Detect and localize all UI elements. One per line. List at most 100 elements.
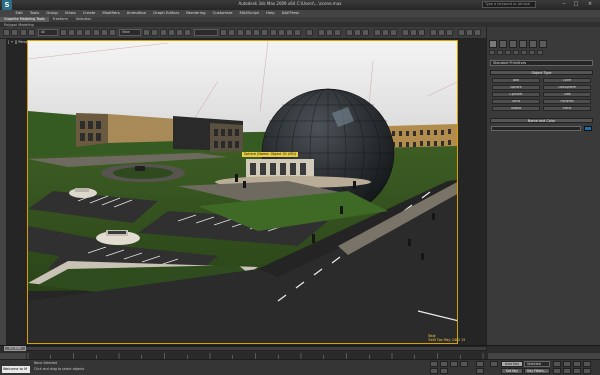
cylinder-button[interactable]: Cylinder [492, 92, 540, 97]
menu-daeprest[interactable]: DAEPrest [278, 9, 302, 17]
coord-y-field[interactable] [450, 361, 458, 367]
cameras-icon[interactable] [513, 50, 519, 55]
extra-tool-icon-4[interactable] [346, 29, 353, 36]
extra-tool-icon-16[interactable] [458, 29, 465, 36]
angle-snap-icon[interactable] [168, 29, 175, 36]
coord-z-field[interactable] [460, 361, 468, 367]
menu-views[interactable]: Views [61, 9, 79, 17]
time-slider-thumb[interactable]: 0 / 100 [4, 346, 26, 351]
named-selection-dropdown[interactable] [194, 29, 218, 36]
maximize-button[interactable]: □ [572, 1, 580, 8]
auto-key-button[interactable]: Auto Key [501, 361, 523, 367]
menu-animation[interactable]: Animation [123, 9, 149, 17]
object-color-swatch[interactable] [584, 126, 592, 131]
spinner-snap-icon[interactable] [184, 29, 191, 36]
render-setup-icon[interactable] [278, 29, 285, 36]
extra-tool-icon-7[interactable] [374, 29, 381, 36]
key-mode-icon[interactable] [476, 361, 484, 367]
torus-button[interactable]: Torus [492, 99, 540, 104]
sphere-button[interactable]: Sphere [492, 85, 540, 90]
helpers-icon[interactable] [521, 50, 527, 55]
extra-tool-icon-3[interactable] [334, 29, 341, 36]
curve-editor-icon[interactable] [253, 29, 260, 36]
menu-customize[interactable]: Customize [209, 9, 236, 17]
object-name-field[interactable] [491, 126, 581, 131]
snap-toggle-icon[interactable] [160, 29, 167, 36]
teapot-render-icon[interactable] [306, 29, 313, 36]
extra-tool-icon-2[interactable] [326, 29, 333, 36]
zoom-icon[interactable] [553, 368, 561, 374]
plane-button[interactable]: Plane [543, 106, 591, 111]
extra-tool-icon-11[interactable] [410, 29, 417, 36]
modify-tab-icon[interactable] [499, 40, 507, 48]
time-slider[interactable] [3, 346, 487, 351]
name-and-color-rollout[interactable]: Name and Color [490, 118, 593, 123]
box-button[interactable]: Box [492, 78, 540, 83]
utilities-tab-icon[interactable] [539, 40, 547, 48]
extra-tool-icon-13[interactable] [430, 29, 437, 36]
tube-button[interactable]: Tube [543, 92, 591, 97]
previous-frame-icon[interactable] [563, 361, 571, 367]
schematic-view-icon[interactable] [261, 29, 268, 36]
graphite-toggle-icon[interactable] [245, 29, 252, 36]
pan-view-icon[interactable] [573, 368, 581, 374]
app-logo-icon[interactable]: S [2, 0, 12, 10]
key-set-dropdown[interactable]: Selected [524, 361, 550, 367]
shapes-icon[interactable] [497, 50, 503, 55]
extra-tool-icon-12[interactable] [418, 29, 425, 36]
redo-icon[interactable] [11, 29, 18, 36]
geosphere-button[interactable]: GeoSphere [543, 85, 591, 90]
menu-create[interactable]: Create [79, 9, 99, 17]
pyramid-button[interactable]: Pyramid [543, 99, 591, 104]
systems-icon[interactable] [537, 50, 543, 55]
rect-selection-icon[interactable] [76, 29, 83, 36]
minimize-button[interactable]: ‒ [560, 1, 568, 8]
menu-graph-editors[interactable]: Graph Editors [150, 9, 183, 17]
rotate-icon[interactable] [101, 29, 108, 36]
motion-tab-icon[interactable] [519, 40, 527, 48]
unlink-icon[interactable] [28, 29, 35, 36]
align-icon[interactable] [228, 29, 235, 36]
menu-help[interactable]: Help [263, 9, 279, 17]
lights-icon[interactable] [505, 50, 511, 55]
primitive-category-dropdown[interactable]: Standard Primitives [490, 60, 593, 66]
extra-tool-icon-17[interactable] [466, 29, 473, 36]
layer-manager-icon[interactable] [237, 29, 244, 36]
track-bar[interactable] [26, 352, 488, 359]
key-filters-button[interactable]: Key Filters... [524, 368, 550, 374]
extra-tool-icon-8[interactable] [382, 29, 389, 36]
reference-coordinate-dropdown[interactable]: View [119, 29, 141, 36]
select-by-name-icon[interactable] [68, 29, 75, 36]
maxscript-listener-input[interactable]: Welcome to M [2, 366, 30, 373]
add-time-tag-icon[interactable] [476, 368, 484, 374]
extra-tool-icon-5[interactable] [354, 29, 361, 36]
extra-tool-icon-14[interactable] [438, 29, 445, 36]
material-editor-icon[interactable] [270, 29, 277, 36]
grid-setting-icon[interactable] [440, 368, 448, 374]
extra-tool-icon-15[interactable] [446, 29, 453, 36]
absolute-mode-icon[interactable] [430, 368, 438, 374]
cone-button[interactable]: Cone [543, 78, 591, 83]
zoom-all-icon[interactable] [563, 368, 571, 374]
scale-icon[interactable] [109, 29, 116, 36]
select-object-icon[interactable] [60, 29, 67, 36]
extra-tool-icon-1[interactable] [318, 29, 325, 36]
create-tab-icon[interactable] [489, 40, 497, 48]
manipulate-icon[interactable] [151, 29, 158, 36]
object-type-rollout[interactable]: Object Type [490, 70, 593, 75]
orbit-icon[interactable] [583, 368, 591, 374]
extra-tool-icon-18[interactable] [474, 29, 481, 36]
mirror-icon[interactable] [220, 29, 227, 36]
menu-tools[interactable]: Tools [26, 9, 42, 17]
set-key-icon[interactable] [490, 361, 498, 367]
menu-edit[interactable]: Edit [12, 9, 26, 17]
next-frame-icon[interactable] [583, 361, 591, 367]
menu-maxscript[interactable]: MAXScript [236, 9, 263, 17]
pivot-icon[interactable] [143, 29, 150, 36]
percent-snap-icon[interactable] [176, 29, 183, 36]
search-input[interactable]: Type a keyword or phrase [482, 1, 536, 8]
geometry-icon[interactable] [489, 50, 495, 55]
display-tab-icon[interactable] [529, 40, 537, 48]
selection-filter-dropdown[interactable]: All [38, 29, 58, 36]
rendered-frame-window-icon[interactable] [286, 29, 293, 36]
